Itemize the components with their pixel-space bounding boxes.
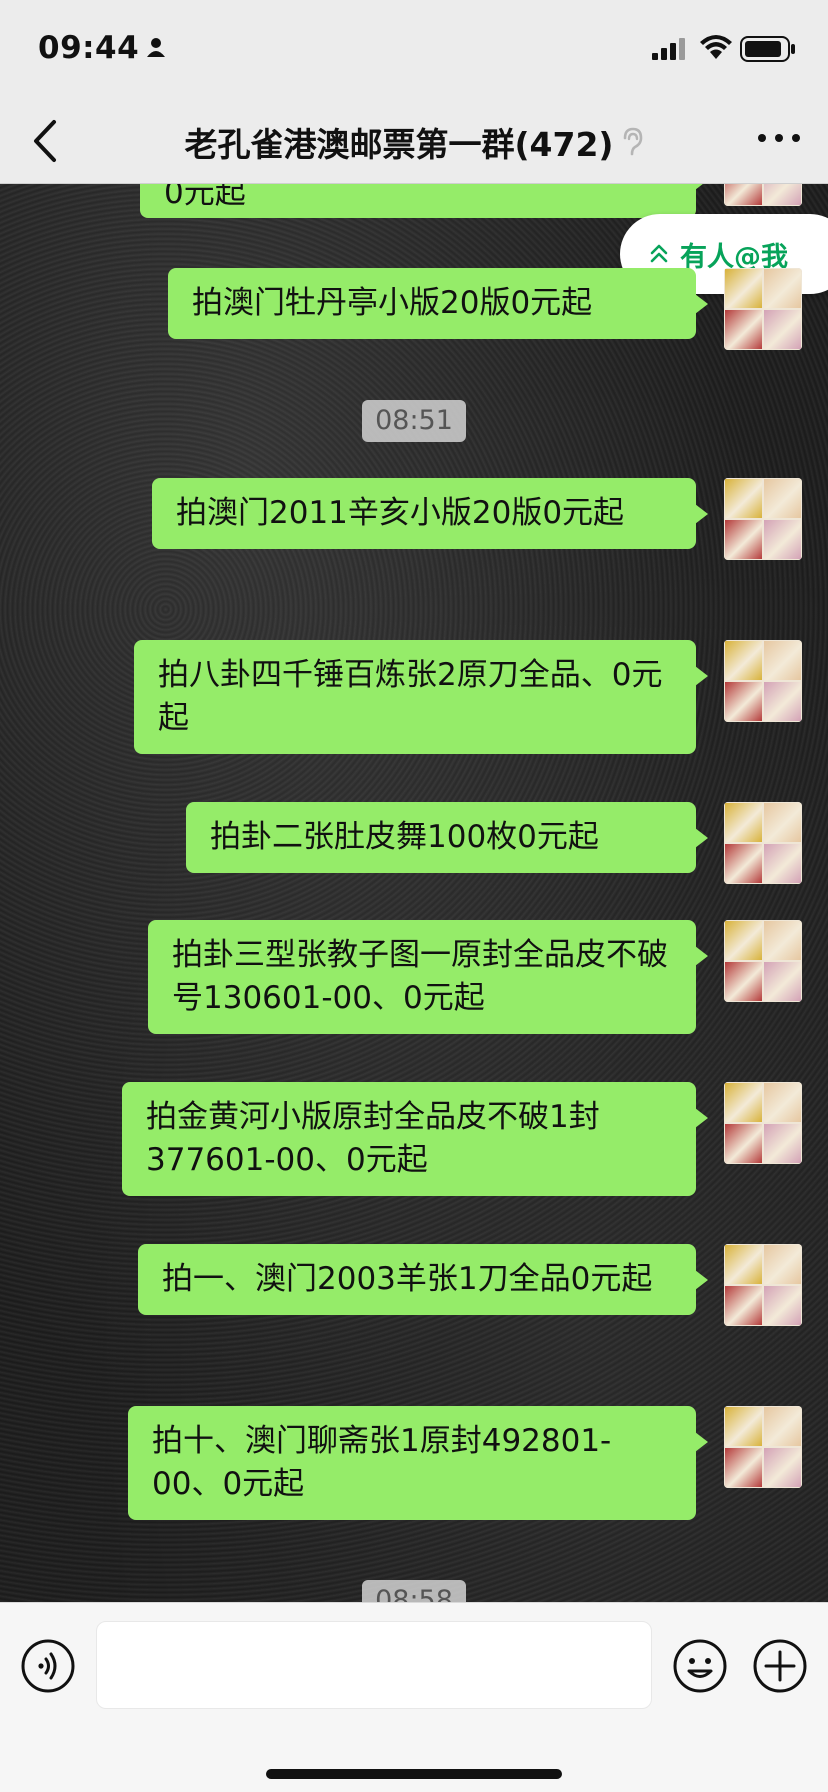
avatar[interactable] [724, 802, 802, 884]
avatar-stamp-cell [724, 1447, 763, 1488]
message-text: 0元起 [164, 184, 246, 211]
message-bubble[interactable]: 拍澳门牡丹亭小版20版0元起 [168, 268, 708, 339]
message-bubble[interactable]: 拍八卦四千锤百炼张2原刀全品、0元起 [134, 640, 708, 754]
avatar-stamp-cell [763, 920, 802, 961]
avatar-stamp-cell [763, 1447, 802, 1488]
chat-title-wrap: 老孔雀港澳邮票第一群(472) [0, 118, 828, 166]
avatar-stamp-cell [763, 268, 802, 309]
message-bubble[interactable]: 拍澳门2011辛亥小版20版0元起 [152, 478, 708, 549]
message-bubble[interactable]: 拍一、澳门2003羊张1刀全品0元起 [138, 1244, 708, 1315]
avatar-stamp-cell [724, 1082, 763, 1123]
timestamp: 08:58 [362, 1580, 466, 1602]
avatar-stamp-cell [763, 1244, 802, 1285]
avatar-stamp-cell [724, 1244, 763, 1285]
avatar-stamp-cell [763, 640, 802, 681]
avatar-stamp-cell [763, 519, 802, 560]
message-bubble[interactable]: 拍卦二张肚皮舞100枚0元起 [186, 802, 708, 873]
voice-icon[interactable] [20, 1638, 76, 1694]
wifi-icon [700, 35, 732, 59]
message-bubble[interactable]: 拍金黄河小版原封全品皮不破1封377601-00、0元起 [122, 1082, 708, 1196]
avatar[interactable] [724, 1082, 802, 1164]
avatar-stamp-cell [724, 478, 763, 519]
message-text: 拍卦三型张教子图一原封全品皮不破号130601-00、0元起 [172, 937, 668, 1016]
message-text: 拍十、澳门聊斋张1原封492801-00、0元起 [152, 1423, 612, 1502]
message-text: 拍澳门牡丹亭小版20版0元起 [192, 285, 593, 321]
avatar-stamp-cell [724, 268, 763, 309]
message-text: 拍八卦四千锤百炼张2原刀全品、0元起 [158, 657, 663, 736]
chat-title: 老孔雀港澳邮票第一群(472) [184, 125, 614, 164]
message-text: 拍金黄河小版原封全品皮不破1封377601-00、0元起 [146, 1099, 600, 1178]
battery-icon [740, 36, 795, 62]
avatar-stamp-cell [724, 802, 763, 843]
status-bar: 09:44 [0, 0, 828, 96]
avatar-stamp-cell [724, 309, 763, 350]
avatar[interactable] [724, 184, 802, 206]
avatar-stamp-cell [724, 519, 763, 560]
avatar-stamp-cell [763, 309, 802, 350]
avatar-stamp-cell [763, 478, 802, 519]
avatar-stamp-cell [724, 920, 763, 961]
avatar-stamp-cell [763, 681, 802, 722]
avatar-stamp-cell [763, 184, 802, 206]
plus-icon[interactable] [752, 1638, 808, 1694]
message-bubble[interactable]: 拍卦三型张教子图一原封全品皮不破号130601-00、0元起 [148, 920, 708, 1034]
home-indicator [266, 1769, 562, 1779]
avatar-stamp-cell [763, 1082, 802, 1123]
avatar-stamp-cell [763, 961, 802, 1002]
more-icon[interactable] [756, 126, 802, 150]
avatar-stamp-cell [724, 843, 763, 884]
message-text: 拍一、澳门2003羊张1刀全品0元起 [162, 1261, 653, 1297]
avatar-stamp-cell [724, 640, 763, 681]
status-time: 09:44 [38, 30, 140, 66]
message-list[interactable]: 0元起 有人@我 拍澳门牡丹亭小版20版0元起 08:51 拍澳门2011辛亥小… [0, 184, 828, 1602]
avatar[interactable] [724, 478, 802, 560]
avatar-stamp-cell [724, 681, 763, 722]
message-input[interactable] [96, 1621, 652, 1709]
avatar-stamp-cell [724, 961, 763, 1002]
person-icon [147, 38, 165, 57]
input-bar [0, 1602, 828, 1792]
emoji-icon[interactable] [672, 1638, 728, 1694]
signal-icon [652, 38, 685, 60]
avatar[interactable] [724, 1244, 802, 1326]
message-bubble[interactable]: 0元起 [140, 184, 708, 218]
ear-icon [623, 127, 642, 156]
avatar-stamp-cell [724, 184, 763, 206]
timestamp: 08:51 [362, 400, 466, 442]
avatar[interactable] [724, 920, 802, 1002]
avatar-stamp-cell [763, 802, 802, 843]
double-chevron-up-icon [650, 244, 668, 263]
avatar-stamp-cell [724, 1123, 763, 1164]
avatar-stamp-cell [724, 1406, 763, 1447]
message-bubble[interactable]: 拍十、澳门聊斋张1原封492801-00、0元起 [128, 1406, 708, 1520]
avatar[interactable] [724, 640, 802, 722]
message-text: 拍澳门2011辛亥小版20版0元起 [176, 495, 625, 531]
avatar-stamp-cell [724, 1285, 763, 1326]
avatar-stamp-cell [763, 1123, 802, 1164]
avatar[interactable] [724, 268, 802, 350]
avatar-stamp-cell [763, 843, 802, 884]
chat-header: 老孔雀港澳邮票第一群(472) [0, 96, 828, 184]
avatar[interactable] [724, 1406, 802, 1488]
message-text: 拍卦二张肚皮舞100枚0元起 [210, 819, 599, 855]
avatar-stamp-cell [763, 1285, 802, 1326]
avatar-stamp-cell [763, 1406, 802, 1447]
